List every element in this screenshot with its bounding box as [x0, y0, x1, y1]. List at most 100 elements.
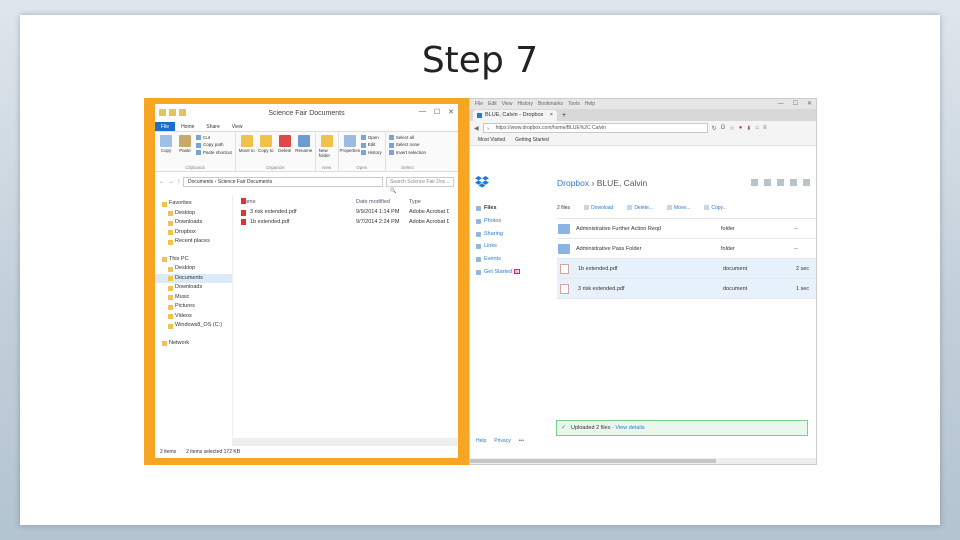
move-to-button[interactable]: Move to — [239, 135, 255, 153]
back-icon[interactable]: ← — [159, 179, 165, 185]
scrollbar-thumb[interactable] — [470, 459, 716, 463]
copy-button[interactable]: Copy... — [704, 205, 727, 211]
close-button[interactable]: ✕ — [807, 99, 812, 109]
menu-edit[interactable]: Edit — [488, 99, 497, 109]
tab-close-button[interactable]: × — [550, 110, 553, 121]
download-button[interactable]: Download — [584, 205, 613, 211]
nav-item-windows-drive[interactable]: Windows8_OS (C:) — [155, 321, 232, 331]
help-link[interactable]: Help — [476, 438, 486, 444]
table-row[interactable]: 3 risk extended.pdf document 1 sec — [557, 279, 816, 299]
delete-button[interactable]: Delete — [277, 135, 293, 153]
more-link[interactable]: ••• — [519, 438, 524, 444]
tab-share[interactable]: Share — [200, 122, 225, 131]
nav-item-pictures[interactable]: Pictures — [155, 302, 232, 312]
minimize-button[interactable]: — — [419, 108, 426, 116]
nav-photos[interactable]: Photos — [476, 218, 520, 231]
up-icon[interactable]: ↑ — [177, 179, 180, 185]
column-name[interactable]: Name — [241, 196, 356, 208]
paste-shortcut-button[interactable]: Paste shortcut — [196, 150, 232, 155]
address-bar[interactable]: Documents › Science Fair Documents — [183, 177, 383, 187]
menu-tools[interactable]: Tools — [568, 99, 580, 109]
close-button[interactable]: ✕ — [448, 108, 454, 116]
back-icon[interactable]: ◀ — [474, 125, 479, 132]
tab-file[interactable]: File — [155, 122, 176, 131]
browser-tab[interactable]: BLUE, Calvin - Dropbox × — [473, 110, 557, 121]
bookmark-most-visited[interactable]: Most Visited — [478, 135, 505, 145]
forward-icon[interactable]: → — [168, 179, 174, 185]
nav-events[interactable]: Events — [476, 256, 520, 269]
home-icon[interactable]: ⌂ — [755, 125, 759, 131]
menu-help[interactable]: Help — [585, 99, 595, 109]
column-type[interactable]: Type — [409, 196, 449, 208]
column-date[interactable]: Date modified — [356, 196, 409, 208]
paste-button[interactable]: Paste — [177, 135, 193, 155]
menu-file[interactable]: File — [475, 99, 483, 109]
horizontal-scrollbar[interactable] — [470, 458, 816, 464]
select-none-button[interactable]: Select none — [389, 142, 426, 147]
dropbox-logo-icon[interactable] — [475, 176, 489, 188]
download-icon[interactable]: ⬇ — [746, 125, 751, 132]
share-folder-icon[interactable] — [777, 179, 784, 186]
invert-selection-button[interactable]: Invert selection — [389, 150, 426, 155]
nav-item-desktop[interactable]: Desktop — [155, 264, 232, 274]
nav-item-dropbox[interactable]: Dropbox — [155, 228, 232, 238]
menu-history[interactable]: History — [517, 99, 533, 109]
nav-get-started[interactable]: Get Started 5 — [476, 268, 521, 282]
privacy-link[interactable]: Privacy — [494, 438, 510, 444]
menu-view[interactable]: View — [502, 99, 513, 109]
delete-button[interactable]: Delete... — [627, 205, 653, 211]
upload-icon[interactable] — [751, 179, 758, 186]
maximize-button[interactable]: ☐ — [793, 99, 798, 109]
quick-access-toolbar[interactable] — [159, 109, 186, 116]
view-details-link[interactable]: View details — [615, 425, 644, 431]
search-input[interactable]: Search Science Fair Doc... 🔍 — [386, 177, 454, 194]
nav-sharing[interactable]: Sharing — [476, 231, 520, 244]
delete-icon[interactable] — [803, 179, 810, 186]
nav-item-music[interactable]: Music — [155, 293, 232, 303]
properties-button[interactable]: Properties — [340, 135, 360, 155]
tab-home[interactable]: Home — [175, 122, 200, 131]
file-row[interactable]: 3 risk extended.pdf 9/9/2014 1:14 PM Ado… — [233, 208, 458, 218]
table-row[interactable]: 1b extended.pdf document 2 sec — [557, 259, 816, 279]
bookmark-getting-started[interactable]: Getting Started — [515, 135, 549, 145]
maximize-button[interactable]: ☐ — [434, 108, 440, 116]
explorer-titlebar[interactable]: Science Fair Documents — ☐ ✕ — [155, 104, 458, 122]
nav-favorites[interactable]: Favorites — [155, 199, 232, 209]
nav-links[interactable]: Links — [476, 243, 520, 256]
nav-item-videos[interactable]: Videos — [155, 312, 232, 322]
cut-button[interactable]: Cut — [196, 135, 232, 140]
new-folder-button[interactable]: New folder — [319, 135, 335, 158]
new-folder-icon[interactable] — [764, 179, 771, 186]
nav-network[interactable]: Network — [155, 339, 232, 349]
nav-this-pc[interactable]: This PC — [155, 255, 232, 265]
open-button[interactable]: Open — [361, 135, 382, 140]
reload-icon[interactable]: ↻ — [712, 125, 717, 132]
edit-button[interactable]: Edit — [361, 142, 382, 147]
minimize-button[interactable]: — — [778, 99, 784, 109]
move-button[interactable]: Move... — [666, 205, 690, 211]
copy-path-button[interactable]: Copy path — [196, 142, 232, 147]
new-tab-button[interactable]: + — [557, 110, 571, 121]
breadcrumb-root[interactable]: Dropbox — [557, 178, 589, 188]
tab-view[interactable]: View — [226, 122, 249, 131]
google-search-icon[interactable]: G — [721, 125, 726, 131]
nav-item-downloads[interactable]: Downloads — [155, 283, 232, 293]
link-icon[interactable] — [790, 179, 797, 186]
nav-item-recent-places[interactable]: Recent places — [155, 237, 232, 247]
rename-button[interactable]: Rename — [295, 135, 312, 153]
copy-to-button[interactable]: Copy to — [258, 135, 274, 153]
file-row[interactable]: 1b extended.pdf 9/7/2014 2:24 PM Adobe A… — [233, 218, 458, 228]
bookmark-star-icon[interactable]: ☆ — [729, 125, 734, 132]
nav-item-desktop[interactable]: Desktop — [155, 209, 232, 219]
adblock-icon[interactable]: ● — [739, 125, 743, 131]
table-row[interactable]: Administrative Further Action Reqd folder… — [557, 219, 816, 239]
menu-bookmarks[interactable]: Bookmarks — [538, 99, 563, 109]
nav-item-downloads[interactable]: Downloads — [155, 218, 232, 228]
horizontal-scrollbar[interactable] — [233, 438, 458, 446]
copy-button[interactable]: Copy — [158, 135, 174, 155]
menu-icon[interactable]: ≡ — [763, 125, 767, 131]
select-all-button[interactable]: Select all — [389, 135, 426, 140]
nav-files[interactable]: Files — [476, 205, 520, 218]
url-bar[interactable]: https://www.dropbox.com/home/BLUE%2C Cal… — [482, 123, 708, 133]
table-row[interactable]: Administrative Pass Folder folder -- — [557, 239, 816, 259]
